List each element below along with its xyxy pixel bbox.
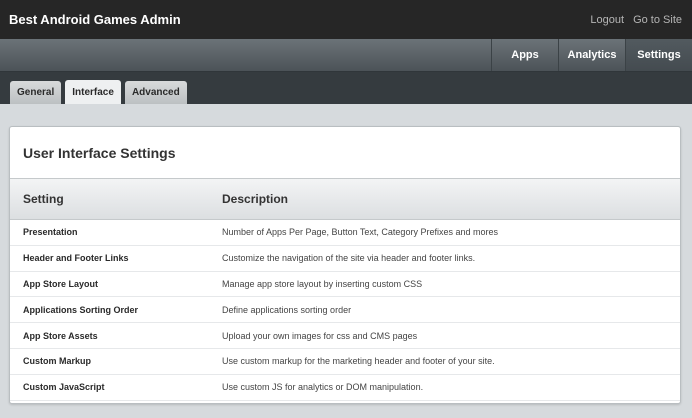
setting-name[interactable]: Custom Markup	[10, 356, 222, 366]
setting-description: Customize the navigation of the site via…	[222, 253, 476, 264]
tab-general[interactable]: General	[10, 81, 62, 104]
logout-link[interactable]: Logout	[590, 14, 624, 26]
main-nav: Apps Analytics Settings	[0, 39, 692, 72]
table-row[interactable]: App Store Assets Upload your own images …	[10, 323, 680, 349]
table-row[interactable]: Applications Sorting Order Define applic…	[10, 297, 680, 324]
nav-item-analytics[interactable]: Analytics	[558, 39, 625, 71]
setting-description: Number of Apps Per Page, Button Text, Ca…	[222, 227, 498, 238]
setting-description: Manage app store layout by inserting cus…	[222, 278, 423, 289]
setting-name[interactable]: App Store Layout	[10, 279, 222, 289]
setting-name[interactable]: Header and Footer Links	[10, 253, 222, 263]
panel-title: User Interface Settings	[10, 127, 680, 179]
table-row[interactable]: Custom Markup Use custom markup for the …	[10, 349, 680, 375]
tab-advanced[interactable]: Advanced	[124, 81, 187, 104]
table-row[interactable]: Presentation Number of Apps Per Page, Bu…	[10, 220, 680, 246]
table-row[interactable]: Custom JavaScript Use custom JS for anal…	[10, 375, 680, 401]
setting-name[interactable]: Applications Sorting Order	[10, 305, 222, 315]
top-links: Logout Go to Site	[590, 14, 682, 26]
tab-interface[interactable]: Interface	[65, 80, 121, 104]
settings-panel: User Interface Settings Setting Descript…	[9, 126, 681, 404]
top-bar: Best Android Games Admin Logout Go to Si…	[0, 0, 692, 39]
setting-name[interactable]: Presentation	[10, 227, 222, 237]
nav-item-apps[interactable]: Apps	[491, 39, 558, 71]
column-header-description: Description	[222, 192, 289, 206]
setting-description: Use custom JS for analytics or DOM manip…	[222, 382, 424, 393]
go-to-site-link[interactable]: Go to Site	[633, 14, 682, 26]
setting-description: Use custom markup for the marketing head…	[222, 356, 495, 367]
setting-name[interactable]: Custom JavaScript	[10, 382, 222, 392]
setting-description: Upload your own images for css and CMS p…	[222, 330, 418, 341]
table-header: Setting Description	[10, 179, 680, 220]
setting-description: Define applications sorting order	[222, 304, 352, 315]
setting-name[interactable]: App Store Assets	[10, 331, 222, 341]
table-row[interactable]: App Store Layout Manage app store layout…	[10, 272, 680, 298]
nav-item-settings[interactable]: Settings	[625, 39, 692, 71]
app-title: Best Android Games Admin	[9, 12, 181, 27]
column-header-setting: Setting	[23, 192, 64, 206]
tab-bar: General Interface Advanced	[0, 72, 692, 104]
table-row[interactable]: Header and Footer Links Customize the na…	[10, 246, 680, 272]
